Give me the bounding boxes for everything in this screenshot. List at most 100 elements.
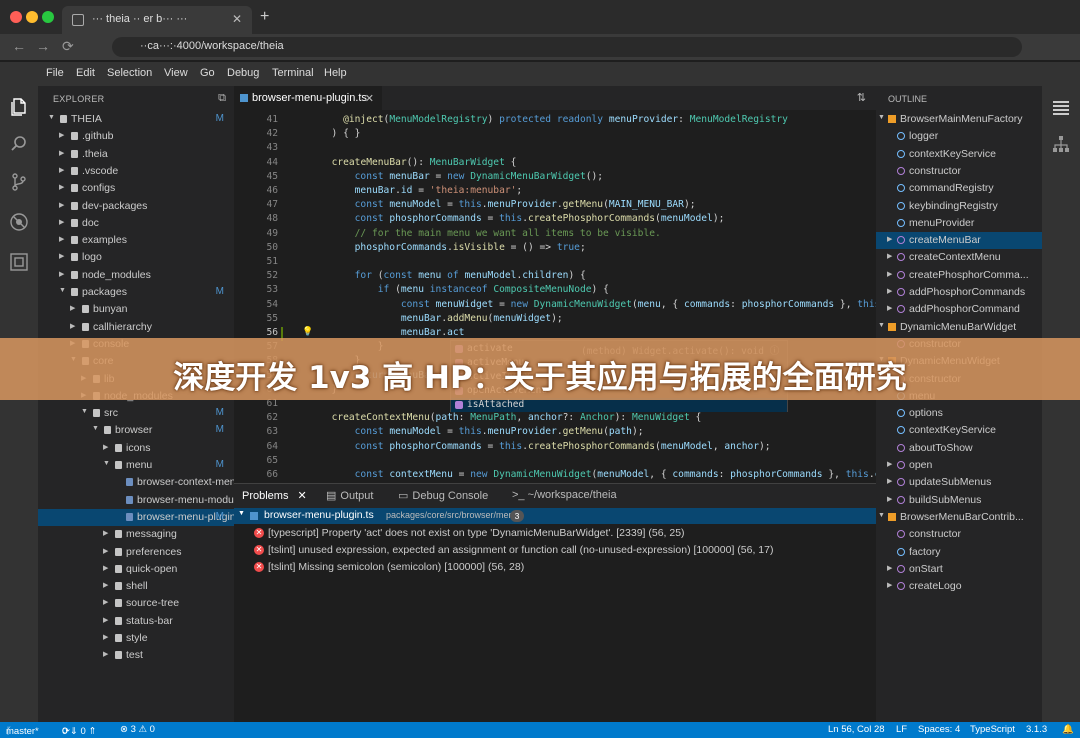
chevron-right-icon[interactable]: ▶ (103, 633, 108, 641)
chevron-right-icon[interactable]: ▶ (887, 460, 892, 468)
problem-row[interactable]: ✕ [tslint] unused expression, expected a… (234, 542, 876, 558)
outline-icon[interactable] (1051, 98, 1071, 118)
outline-item[interactable]: aboutToShow (876, 440, 1042, 457)
menu-file[interactable]: File (46, 67, 64, 79)
chevron-right-icon[interactable]: ▶ (59, 252, 64, 260)
tree-item[interactable]: ▶ logo (38, 249, 234, 266)
chevron-right-icon[interactable]: ▶ (59, 218, 64, 226)
outline-item[interactable]: keybindingRegistry (876, 198, 1042, 215)
code-line[interactable]: 50 phosphorCommands.isVisible = () => tr… (234, 242, 876, 256)
tree-item[interactable]: ▶ preferences (38, 544, 234, 561)
outline-item[interactable]: options (876, 405, 1042, 422)
tree-item[interactable]: browser-menu-module.ts (38, 492, 234, 509)
notifications-icon[interactable]: 🔔 (1062, 724, 1074, 735)
tree-item[interactable]: ▼ src M (38, 405, 234, 422)
hierarchy-icon[interactable] (1051, 134, 1071, 154)
tree-item[interactable]: ▶ icons (38, 440, 234, 457)
outline-item[interactable]: factory (876, 544, 1042, 561)
debug-icon[interactable] (9, 212, 29, 232)
tree-item[interactable]: ▼ menu M (38, 457, 234, 474)
outline-item[interactable]: ▼ BrowserMainMenuFactory (876, 111, 1042, 128)
language-mode[interactable]: TypeScript (970, 724, 1015, 735)
tree-item[interactable]: browser-menu-plugin.tsM (38, 508, 234, 526)
new-tab-button[interactable]: + (260, 8, 269, 26)
chevron-right-icon[interactable]: ▶ (887, 304, 892, 312)
window-minimize-button[interactable] (26, 11, 38, 23)
chevron-down-icon[interactable]: ▼ (92, 425, 99, 432)
code-line[interactable]: 43 (234, 142, 876, 156)
address-bar[interactable]: ··ca···:·4000/workspace/theia (112, 37, 1022, 57)
tree-item[interactable]: ▶ examples (38, 232, 234, 249)
outline-item[interactable]: ▶ open (876, 457, 1042, 474)
outline-item[interactable]: contextKeyService (876, 422, 1042, 439)
code-line[interactable]: 46 menuBar.id = 'theia:menubar'; (234, 185, 876, 199)
code-line[interactable]: 66 const contextMenu = new DynamicMenuWi… (234, 469, 876, 483)
tree-item[interactable]: ▶ test (38, 647, 234, 664)
search-icon[interactable] (9, 134, 29, 154)
code-line[interactable]: 54 const menuWidget = new DynamicMenuWid… (234, 299, 876, 313)
code-line[interactable]: 48 const phosphorCommands = this.createP… (234, 213, 876, 227)
back-arrow-icon[interactable]: ← (12, 38, 26, 54)
chevron-right-icon[interactable]: ▶ (59, 183, 64, 191)
menu-edit[interactable]: Edit (76, 67, 95, 79)
extensions-icon[interactable] (9, 252, 29, 272)
tree-item[interactable]: ▶ configs (38, 180, 234, 197)
lightbulb-icon[interactable]: 💡 (302, 327, 313, 337)
typescript-version[interactable]: 3.1.3 (1026, 724, 1047, 735)
tree-item[interactable]: ▶ .theia (38, 146, 234, 163)
code-line[interactable]: 42 ) { } (234, 128, 876, 142)
chevron-right-icon[interactable]: ▶ (887, 287, 892, 295)
tree-item[interactable]: ▶ status-bar (38, 613, 234, 630)
source-control-icon[interactable] (9, 172, 29, 192)
editor-tab-close-icon[interactable]: ✕ (365, 92, 374, 105)
chevron-right-icon[interactable]: ▶ (103, 616, 108, 624)
tree-item[interactable]: ▶ doc (38, 215, 234, 232)
problems-file-row[interactable]: ▼ browser-menu-plugin.ts packages/core/s… (234, 508, 876, 524)
outline-item[interactable]: ▼ DynamicMenuBarWidget (876, 319, 1042, 336)
tree-item[interactable]: ▼ THEIA M (38, 111, 234, 128)
outline-item[interactable]: constructor (876, 526, 1042, 543)
chevron-right-icon[interactable]: ▶ (103, 581, 108, 589)
chevron-right-icon[interactable]: ▶ (103, 443, 108, 451)
outline-item[interactable]: ▶ createPhosphorComma... (876, 267, 1042, 284)
tree-item[interactable]: ▶ callhierarchy (38, 319, 234, 336)
chevron-right-icon[interactable]: ▶ (887, 235, 892, 243)
outline-item[interactable]: commandRegistry (876, 180, 1042, 197)
outline-item[interactable]: ▶ createContextMenu (876, 249, 1042, 266)
tab-output[interactable]: ▤ Output (326, 489, 373, 502)
chevron-right-icon[interactable]: ▶ (887, 564, 892, 572)
code-line[interactable]: 45 const menuBar = new DynamicMenuBarWid… (234, 171, 876, 185)
outline-item[interactable]: ▶ createMenuBar (876, 232, 1042, 250)
tab-problems[interactable]: Problems ✕ (242, 489, 307, 502)
window-zoom-button[interactable] (42, 11, 54, 23)
chevron-right-icon[interactable]: ▶ (103, 529, 108, 537)
problems-summary[interactable]: ⊗ 3 ⚠ 0 (120, 724, 155, 735)
tree-item[interactable]: ▶ .github (38, 128, 234, 145)
outline-item[interactable]: contextKeyService (876, 146, 1042, 163)
chevron-right-icon[interactable]: ▶ (70, 304, 75, 312)
tree-item[interactable]: ▶ shell (38, 578, 234, 595)
chevron-down-icon[interactable]: ▼ (59, 287, 66, 294)
menu-terminal[interactable]: Terminal (272, 67, 314, 79)
menu-debug[interactable]: Debug (227, 67, 259, 79)
outline-item[interactable]: logger (876, 128, 1042, 145)
tree-item[interactable]: ▶ messaging (38, 526, 234, 543)
outline-item[interactable]: ▶ buildSubMenus (876, 492, 1042, 509)
editor-tab-browser-menu-plugin[interactable]: browser-menu-plugin.ts ✕ (234, 86, 382, 110)
chevron-right-icon[interactable]: ▶ (59, 270, 64, 278)
chevron-right-icon[interactable]: ▶ (103, 547, 108, 555)
outline-item[interactable]: menuProvider (876, 215, 1042, 232)
tree-item[interactable]: ▶ bunyan (38, 301, 234, 318)
problem-row[interactable]: ✕ [tslint] Missing semicolon (semicolon)… (234, 559, 876, 575)
browser-tab[interactable]: ··· theia ·· er b··· ··· ✕ (62, 6, 252, 34)
chevron-right-icon[interactable]: ▶ (59, 149, 64, 157)
tree-item[interactable]: ▶ .vscode (38, 163, 234, 180)
code-line[interactable]: 64 const phosphorCommands = this.createP… (234, 441, 876, 455)
indentation[interactable]: Spaces: 4 (918, 724, 960, 735)
reload-icon[interactable]: ⟳ (62, 38, 74, 55)
chevron-right-icon[interactable]: ▶ (887, 581, 892, 589)
files-icon[interactable] (9, 96, 29, 116)
outline-item[interactable]: constructor (876, 163, 1042, 180)
chevron-right-icon[interactable]: ▶ (59, 235, 64, 243)
cursor-position[interactable]: Ln 56, Col 28 (828, 724, 885, 735)
